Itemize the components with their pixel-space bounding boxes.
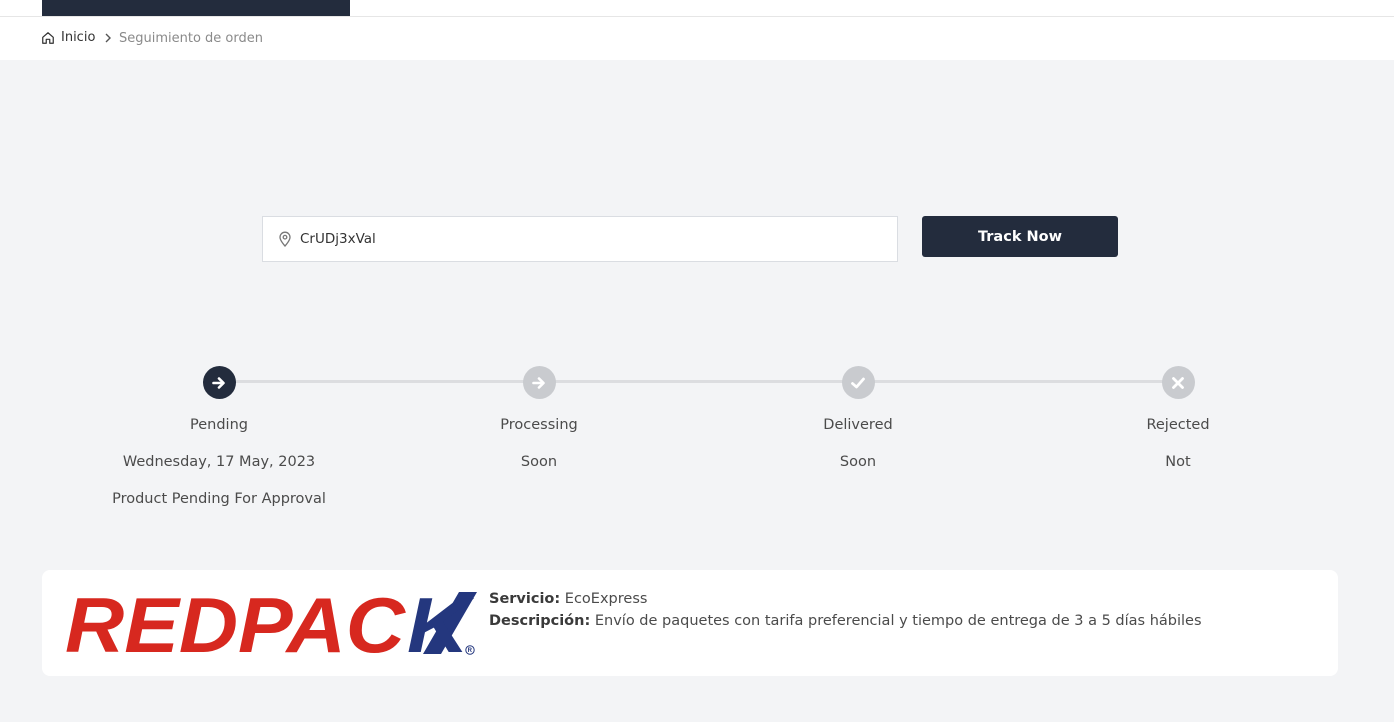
top-bar — [0, 0, 1394, 17]
breadcrumb-current: Seguimiento de orden — [119, 31, 263, 46]
track-now-button[interactable]: Track Now — [922, 216, 1118, 257]
step-label: Rejected — [1146, 417, 1210, 433]
step-pending: Pending Wednesday, 17 May, 2023 Product … — [89, 366, 349, 509]
step-pending-marker — [202, 366, 236, 399]
arrow-right-icon — [532, 376, 545, 389]
redpack-logo: REDPAC K R — [65, 590, 477, 658]
step-processing-marker — [522, 366, 556, 399]
tracking-search-box — [262, 216, 898, 262]
service-label: Servicio: — [489, 591, 561, 607]
step-date: Wednesday, 17 May, 2023 — [122, 454, 316, 470]
breadcrumb-home-label: Inicio — [61, 30, 96, 45]
close-icon — [1172, 376, 1184, 389]
svg-text:REDPAC: REDPAC — [65, 590, 407, 658]
description-label: Descripción: — [489, 613, 591, 629]
service-value: EcoExpress — [564, 591, 648, 607]
step-label: Pending — [190, 417, 248, 433]
progress-track-line — [219, 380, 1178, 383]
description-row: Descripción: Envío de paquetes con tarif… — [489, 610, 1202, 632]
step-delivered: Delivered Soon — [728, 366, 988, 472]
svg-text:K: K — [407, 590, 475, 658]
step-date: Not — [1165, 454, 1191, 470]
carrier-card: REDPAC K R Servicio: EcoExpress Descripc… — [42, 570, 1338, 676]
carrier-info: Servicio: EcoExpress Descripción: Envío … — [489, 588, 1202, 632]
step-date: Soon — [520, 454, 558, 470]
breadcrumb: Inicio Seguimiento de orden — [0, 17, 1394, 60]
chevron-right-icon — [105, 33, 111, 43]
description-value: Envío de paquetes con tarifa preferencia… — [594, 613, 1202, 629]
arrow-right-icon — [212, 376, 225, 389]
step-date: Soon — [839, 454, 877, 470]
breadcrumb-home-link[interactable]: Inicio — [41, 30, 95, 45]
tracking-number-input[interactable] — [300, 224, 860, 254]
top-nav-active-tab[interactable] — [42, 0, 350, 16]
step-rejected-marker — [1161, 366, 1195, 399]
step-delivered-marker — [841, 366, 875, 399]
home-icon — [42, 31, 54, 44]
step-processing: Processing Soon — [409, 366, 669, 472]
step-label: Delivered — [823, 417, 893, 433]
check-icon — [851, 377, 865, 388]
step-note: Product Pending For Approval — [112, 491, 326, 507]
svg-text:R: R — [468, 648, 473, 654]
step-label: Processing — [500, 417, 578, 433]
location-pin-icon — [279, 231, 291, 247]
step-rejected: Rejected Not — [1048, 366, 1308, 472]
service-row: Servicio: EcoExpress — [489, 588, 1202, 610]
